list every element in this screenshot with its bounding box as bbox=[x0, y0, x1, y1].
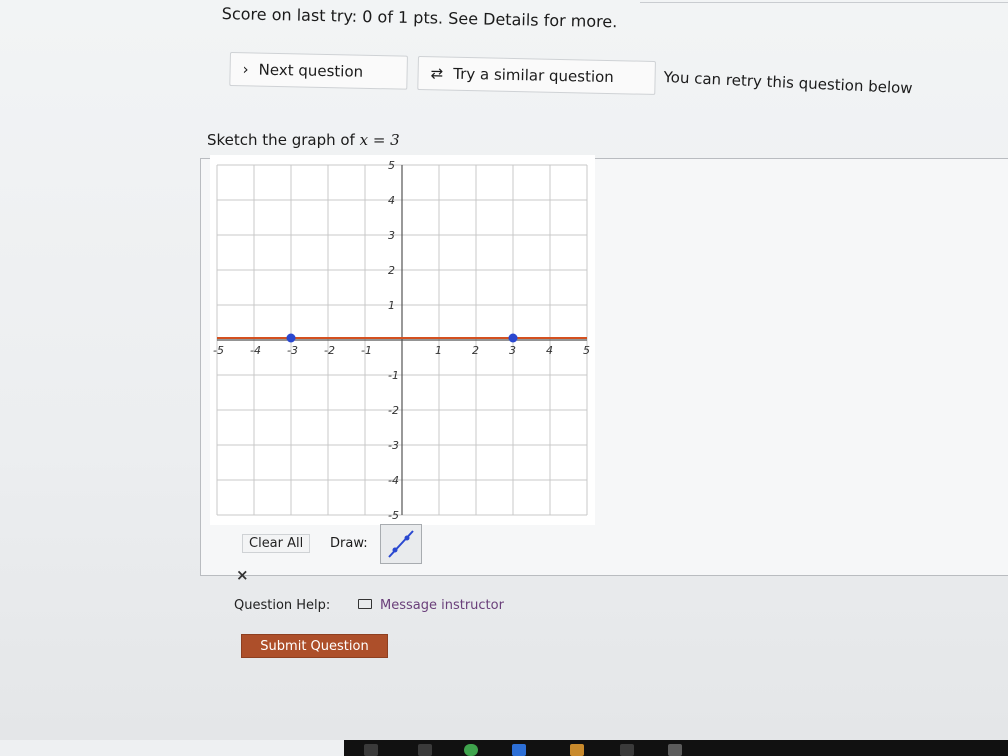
message-instructor-link[interactable]: Message instructor bbox=[380, 598, 504, 613]
x-tick-label: -1 bbox=[361, 344, 372, 357]
x-tick-label: 4 bbox=[546, 344, 553, 357]
close-icon[interactable]: × bbox=[236, 566, 249, 584]
y-tick-label: -5 bbox=[388, 509, 399, 522]
y-tick-label: 4 bbox=[388, 194, 395, 207]
x-tick-label: 1 bbox=[435, 344, 442, 357]
x-tick-label: 3 bbox=[509, 344, 516, 357]
question-prefix: Sketch the graph of bbox=[207, 131, 355, 149]
divider bbox=[640, 2, 1008, 3]
taskbar-icon[interactable] bbox=[364, 744, 378, 756]
taskbar-icon[interactable] bbox=[620, 744, 634, 756]
x-tick-label: 5 bbox=[583, 344, 590, 357]
try-similar-label: Try a similar question bbox=[453, 64, 614, 87]
folder-icon[interactable] bbox=[570, 744, 584, 756]
screen: Score on last try: 0 of 1 pts. See Detai… bbox=[0, 0, 1008, 740]
line-tool-icon bbox=[388, 530, 414, 558]
taskbar-icon[interactable] bbox=[418, 744, 432, 756]
try-similar-question-button[interactable]: ⇄ Try a similar question bbox=[417, 56, 656, 95]
browser-icon[interactable] bbox=[464, 744, 478, 756]
clear-all-button[interactable]: Clear All bbox=[242, 534, 311, 553]
taskbar-icon[interactable] bbox=[512, 744, 526, 756]
y-tick-label: -2 bbox=[388, 404, 399, 417]
mail-icon bbox=[358, 599, 372, 609]
x-tick-label: -4 bbox=[250, 344, 261, 357]
x-tick-label: -5 bbox=[213, 344, 224, 357]
y-tick-label: -3 bbox=[388, 439, 399, 452]
submit-question-button[interactable]: Submit Question bbox=[241, 634, 388, 658]
graph-svg[interactable]: -5 -4 -3 -2 -1 1 2 3 4 5 5 4 3 2 1 -1 -2 -3 -4 -5 bbox=[210, 155, 595, 525]
y-tick-label: 1 bbox=[388, 299, 395, 312]
y-tick-label: 5 bbox=[388, 159, 395, 172]
retry-note: You can retry this question below bbox=[663, 68, 913, 98]
y-tick-label: -1 bbox=[388, 369, 399, 382]
score-summary: Score on last try: 0 of 1 pts. See Detai… bbox=[221, 4, 618, 32]
graph-canvas[interactable]: -5 -4 -3 -2 -1 1 2 3 4 5 5 4 3 2 1 -1 -2 -3 -4 -5 bbox=[210, 155, 595, 525]
question-prompt: Sketch the graph of x = 3 bbox=[207, 131, 400, 149]
x-tick-label: 2 bbox=[472, 344, 479, 357]
question-equation: x = 3 bbox=[359, 131, 400, 149]
draw-label: Draw: bbox=[330, 536, 368, 551]
repeat-icon: ⇄ bbox=[430, 64, 444, 83]
taskbar bbox=[344, 740, 1008, 756]
taskbar-icon[interactable] bbox=[668, 744, 682, 756]
y-tick-label: 3 bbox=[388, 229, 395, 242]
next-question-label: Next question bbox=[258, 60, 364, 81]
drawn-point bbox=[286, 333, 296, 343]
chevron-right-icon: › bbox=[242, 60, 249, 79]
drawn-point bbox=[508, 333, 518, 343]
question-help-label: Question Help: bbox=[234, 598, 331, 613]
y-tick-label: -4 bbox=[388, 474, 399, 487]
graph-toolbar: Clear All Draw: bbox=[230, 524, 430, 566]
x-tick-label: -3 bbox=[287, 344, 298, 357]
y-tick-label: 2 bbox=[388, 264, 395, 277]
line-tool-button[interactable] bbox=[380, 524, 422, 564]
next-question-button[interactable]: › Next question bbox=[229, 52, 408, 90]
x-tick-label: -2 bbox=[324, 344, 335, 357]
